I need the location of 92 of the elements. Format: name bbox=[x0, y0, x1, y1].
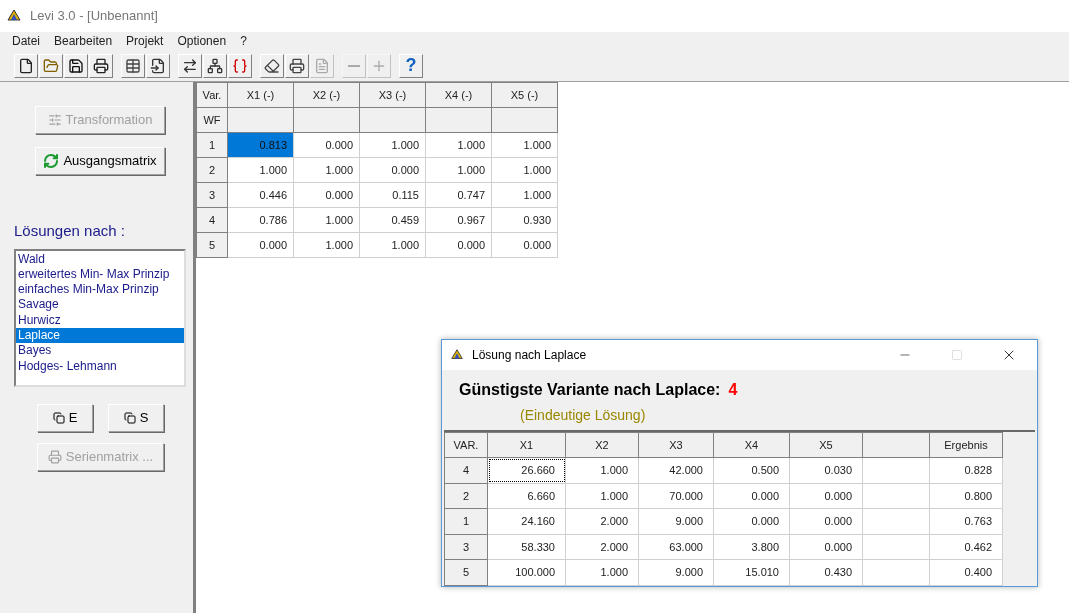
menu-item[interactable]: ? bbox=[240, 32, 247, 50]
table-icon bbox=[125, 57, 141, 74]
menu-item[interactable]: Datei bbox=[12, 32, 40, 50]
document-icon bbox=[314, 57, 330, 74]
row-header: 1 bbox=[444, 508, 488, 534]
toolbar-button[interactable] bbox=[285, 53, 309, 78]
toolbar-button[interactable] bbox=[121, 53, 145, 78]
dialog-title: Lösung nach Laplace bbox=[472, 347, 588, 364]
row-header: 2 bbox=[196, 157, 228, 183]
table-cell: 3.800 bbox=[713, 534, 790, 560]
column-header: X1 bbox=[487, 432, 566, 458]
printer-icon bbox=[93, 57, 109, 74]
toolbar-button[interactable] bbox=[203, 53, 227, 78]
column-header: X3 (-) bbox=[359, 82, 426, 108]
column-header: X5 bbox=[789, 432, 863, 458]
method-item[interactable]: Bayes bbox=[16, 343, 184, 359]
method-item[interactable]: Hurwicz bbox=[16, 312, 184, 328]
table-cell: 70.000 bbox=[638, 483, 714, 509]
result-heading: Günstigste Variante nach Laplace: bbox=[459, 380, 721, 400]
toolbar-button[interactable] bbox=[89, 53, 113, 78]
network-icon bbox=[207, 57, 223, 74]
table-cell: 0.000 bbox=[713, 483, 790, 509]
row-header: 4 bbox=[444, 457, 488, 483]
toolbar-button[interactable] bbox=[14, 53, 38, 78]
eraser-icon bbox=[264, 57, 280, 74]
printer-icon bbox=[47, 449, 62, 464]
row-header: 5 bbox=[196, 232, 228, 258]
column-header: X5 (-) bbox=[491, 82, 558, 108]
table-cell: 9.000 bbox=[638, 559, 714, 585]
copy-icon bbox=[123, 411, 136, 424]
s-button[interactable]: S bbox=[108, 403, 164, 432]
uniqueness-note: (Eindeutige Lösung) bbox=[519, 406, 647, 425]
row-header: 2 bbox=[444, 483, 488, 509]
method-item[interactable]: einfaches Min-Max Prinzip bbox=[16, 282, 184, 298]
sliders-icon bbox=[47, 113, 62, 127]
window-title: Levi 3.0 - [Unbenannt] bbox=[30, 7, 158, 26]
column-header: X1 (-) bbox=[227, 82, 294, 108]
table-cell: 24.160 bbox=[487, 508, 566, 534]
reset-matrix-button[interactable]: Ausgangsmatrix bbox=[35, 147, 165, 175]
best-variant: 4 bbox=[728, 380, 738, 400]
table-cell: 42.000 bbox=[638, 457, 714, 483]
method-item[interactable]: Hodges- Lehmann bbox=[16, 358, 184, 374]
column-header: Ergebnis bbox=[929, 432, 1003, 458]
row-header: 3 bbox=[196, 182, 228, 208]
app-logo-icon bbox=[6, 8, 22, 24]
maximize-icon bbox=[951, 349, 963, 361]
column-header: VAR. bbox=[444, 432, 488, 458]
column-header: X2 bbox=[565, 432, 639, 458]
help-button[interactable]: ? bbox=[399, 53, 423, 78]
app-logo-icon bbox=[450, 348, 464, 362]
document-arrow-icon bbox=[150, 57, 166, 74]
e-button[interactable]: E bbox=[37, 403, 93, 432]
row-header: 5 bbox=[444, 559, 488, 585]
table-cell: 9.000 bbox=[638, 508, 714, 534]
folder-icon bbox=[43, 57, 59, 74]
row-header: WF bbox=[196, 107, 228, 133]
column-header: X3 bbox=[638, 432, 714, 458]
table-cell: 0.500 bbox=[713, 457, 790, 483]
row-header: 4 bbox=[196, 207, 228, 233]
toolbar-button[interactable] bbox=[260, 53, 284, 78]
minus-icon bbox=[348, 64, 360, 67]
table-cell: 15.010 bbox=[713, 559, 790, 585]
column-header: X4 (-) bbox=[425, 82, 492, 108]
column-header: X4 bbox=[713, 432, 790, 458]
method-item[interactable]: Laplace bbox=[16, 328, 184, 344]
method-item[interactable]: erweitertes Min- Max Prinzip bbox=[16, 266, 184, 283]
table-cell: 6.660 bbox=[487, 483, 566, 509]
toolbar-button[interactable] bbox=[64, 53, 88, 78]
table-cell: 26.660 bbox=[487, 457, 566, 483]
column-header: X2 (-) bbox=[293, 82, 360, 108]
toolbar-button[interactable] bbox=[178, 53, 202, 78]
table-cell: 100.000 bbox=[487, 559, 566, 585]
row-header: 3 bbox=[444, 534, 488, 560]
menu-item[interactable]: Projekt bbox=[126, 32, 164, 50]
copy-icon bbox=[52, 411, 65, 424]
save-icon bbox=[68, 57, 84, 74]
toolbar-button[interactable] bbox=[146, 53, 170, 78]
table-cell: 58.330 bbox=[487, 534, 566, 560]
menu-item[interactable]: Bearbeiten bbox=[54, 32, 113, 50]
refresh-icon bbox=[43, 153, 60, 169]
corner-header: Var. bbox=[196, 82, 228, 108]
methods-label: Lösungen nach : bbox=[14, 221, 126, 241]
method-item[interactable]: Wald bbox=[16, 251, 184, 267]
arrows-icon bbox=[182, 57, 198, 74]
braces-icon bbox=[232, 57, 248, 74]
table-cell: 63.000 bbox=[638, 534, 714, 560]
printer-icon bbox=[289, 57, 305, 74]
menu-item[interactable]: Optionen bbox=[177, 32, 227, 50]
file-icon bbox=[18, 57, 34, 74]
method-item[interactable]: Savage bbox=[16, 297, 184, 313]
row-header: 1 bbox=[196, 132, 228, 158]
table-cell: 0.000 bbox=[713, 508, 790, 534]
